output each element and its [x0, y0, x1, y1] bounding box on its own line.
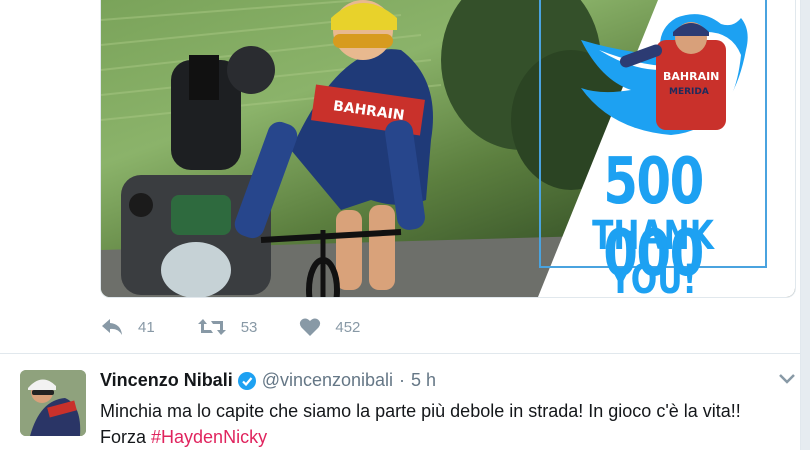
- hashtag-link[interactable]: #HaydenNicky: [151, 427, 267, 447]
- author-name[interactable]: Vincenzo Nibali: [100, 370, 233, 391]
- reply-icon: [102, 319, 122, 335]
- retweet-icon: [197, 319, 226, 335]
- like-button[interactable]: 452: [299, 317, 360, 337]
- caret-down-icon[interactable]: [778, 372, 796, 386]
- avatar[interactable]: [20, 370, 86, 436]
- verified-badge-icon: [237, 371, 256, 390]
- tweet-divider: [0, 353, 800, 354]
- reply-count: 41: [138, 318, 155, 336]
- cameraman-figure: [171, 46, 275, 170]
- tweet-header: Vincenzo Nibali @vincenzonibali · 5 h: [100, 370, 436, 391]
- reply-button[interactable]: 41: [100, 317, 155, 337]
- tweet-timestamp[interactable]: 5 h: [411, 370, 436, 391]
- retweet-button[interactable]: 53: [197, 317, 258, 337]
- promo-frame: BAHRAIN MERIDA 500 000 THANK YOU!: [539, 0, 767, 297]
- heart-icon: [300, 318, 321, 336]
- promo-thanks: THANK YOU!: [592, 213, 714, 298]
- author-handle[interactable]: @vincenzonibali: [262, 370, 393, 391]
- retweet-count: 53: [240, 318, 258, 336]
- promo-jersey-sub: MERIDA: [669, 87, 709, 97]
- twitter-bird-icon: BAHRAIN MERIDA: [581, 14, 748, 135]
- like-count: 452: [335, 318, 361, 336]
- tweet-actions: 41 53 452: [100, 312, 394, 342]
- promo-jersey-text: BAHRAIN: [663, 70, 719, 83]
- tweet-text-line2: Forza #HaydenNicky: [100, 424, 790, 450]
- separator-dot: ·: [399, 370, 406, 390]
- timeline-card: BAHRAIN BAHRAIN MERIDA 500 000 THANK YOU…: [0, 0, 801, 450]
- tweet-media[interactable]: BAHRAIN BAHRAIN MERIDA 500 000 THANK YOU…: [100, 0, 796, 298]
- tweet-text-prefix: Forza: [100, 427, 152, 447]
- tweet-text-line1: Minchia ma lo capite che siamo la parte …: [100, 401, 741, 421]
- tweet-text: Minchia ma lo capite che siamo la parte …: [100, 398, 790, 450]
